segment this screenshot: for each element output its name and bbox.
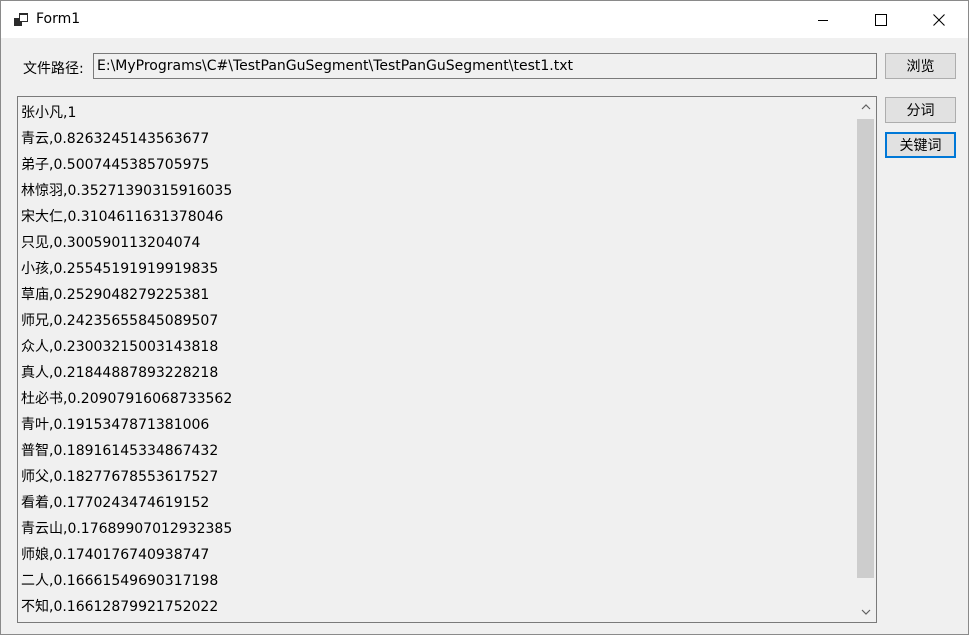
result-line: 草庙,0.2529048279225381 xyxy=(21,287,210,303)
scroll-up-button[interactable] xyxy=(855,97,876,117)
result-line: 青叶,0.1915347871381006 xyxy=(21,417,210,433)
chevron-up-icon xyxy=(861,104,870,110)
close-button[interactable] xyxy=(910,1,968,38)
form1-window: Form1 文件路径: E:\MyPrograms\C#\TestPanGuSe… xyxy=(0,0,969,635)
chevron-down-icon xyxy=(861,609,870,615)
result-line: 众人,0.23003215003143818 xyxy=(21,339,219,355)
maximize-button[interactable] xyxy=(852,1,910,38)
window-title: Form1 xyxy=(36,11,81,27)
segment-button[interactable]: 分词 xyxy=(885,97,956,123)
result-line: 师父,0.18277678553617527 xyxy=(21,469,219,485)
result-line: 弟子,0.5007445385705975 xyxy=(21,157,210,173)
result-line: 青云山,0.17689907012932385 xyxy=(21,521,233,537)
result-line: 看着,0.1770243474619152 xyxy=(21,495,210,511)
result-line: 师兄,0.24235655845089507 xyxy=(21,313,219,329)
result-line: 林惊羽,0.35271390315916035 xyxy=(21,183,233,199)
result-line: 杜必书,0.20907916068733562 xyxy=(21,391,233,407)
close-icon xyxy=(933,13,945,26)
result-line: 宋大仁,0.3104611631378046 xyxy=(21,209,224,225)
scroll-down-button[interactable] xyxy=(855,602,876,622)
result-line: 师娘,0.1740176740938747 xyxy=(21,547,210,563)
scroll-thumb[interactable] xyxy=(857,119,874,578)
result-line: 二人,0.16661549690317198 xyxy=(21,573,219,589)
minimize-icon xyxy=(818,19,828,21)
file-path-label: 文件路径: xyxy=(23,61,84,77)
browse-button[interactable]: 浏览 xyxy=(885,53,956,79)
result-line: 小孩,0.25545191919919835 xyxy=(21,261,219,277)
maximize-icon xyxy=(875,13,887,26)
vertical-scrollbar[interactable] xyxy=(855,97,876,622)
file-path-input[interactable]: E:\MyPrograms\C#\TestPanGuSegment\TestPa… xyxy=(93,53,877,79)
result-line: 只见,0.300590113204074 xyxy=(21,235,201,251)
result-line: 普智,0.18916145334867432 xyxy=(21,443,219,459)
result-line: 不知,0.16612879921752022 xyxy=(21,599,219,615)
title-bar[interactable]: Form1 xyxy=(1,1,968,38)
results-textbox[interactable]: 张小凡,1 青云,0.8263245143563677 弟子,0.500744538… xyxy=(17,96,877,623)
minimize-button[interactable] xyxy=(794,1,852,38)
result-line: 张小凡,1 xyxy=(21,105,77,121)
results-lines: 张小凡,1 青云,0.8263245143563677 弟子,0.500744538… xyxy=(21,100,854,620)
app-form-icon xyxy=(14,12,29,27)
keywords-button[interactable]: 关键词 xyxy=(885,132,956,158)
result-line: 真人,0.21844887893228218 xyxy=(21,365,219,381)
result-line: 青云,0.8263245143563677 xyxy=(21,131,210,147)
